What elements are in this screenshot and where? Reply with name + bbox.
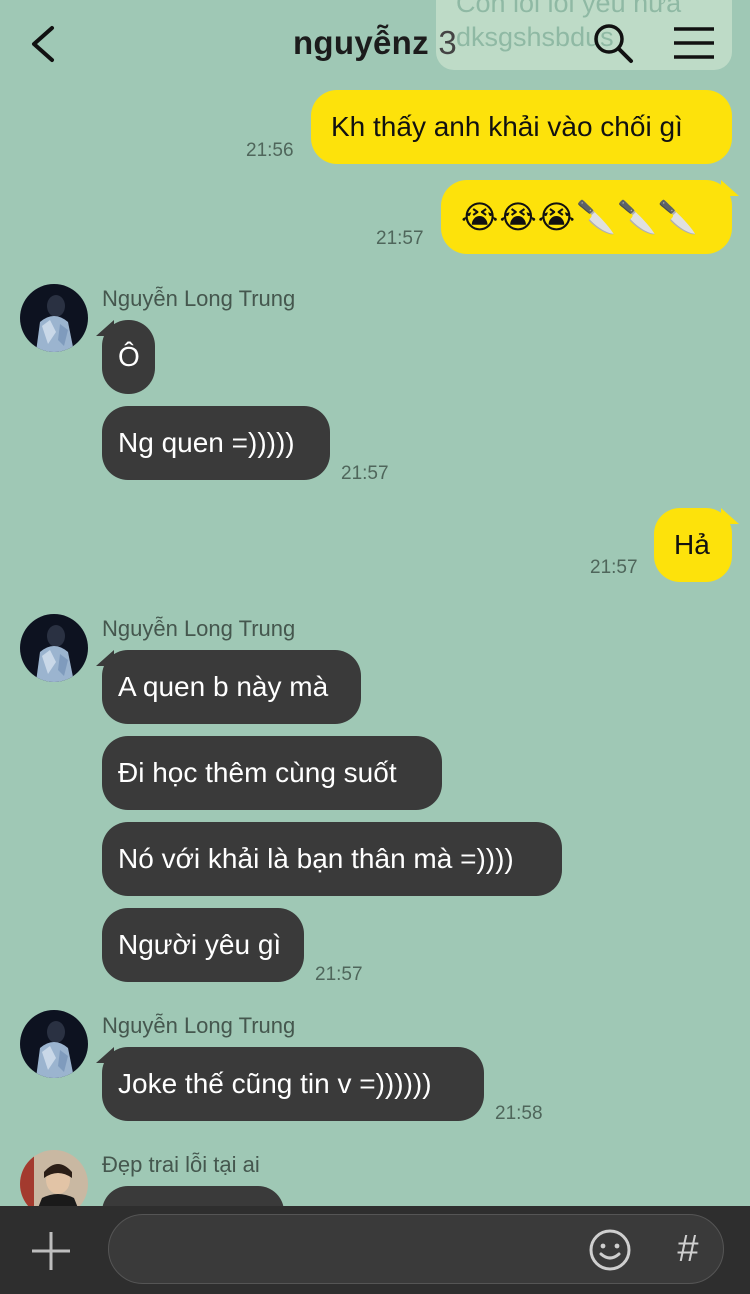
other-message-bubble[interactable]: Nó với khải là bạn thân mà =)))) [102, 822, 562, 896]
message-text: Người yêu gì [118, 929, 282, 960]
sender-name: Đẹp trai lỗi tại ai [102, 1152, 260, 1177]
message-time: 21:58 [495, 1103, 543, 1124]
other-message-bubble[interactable]: Người yêu gì [102, 908, 304, 982]
other-message-bubble[interactable]: Đi học thêm cùng suốt [102, 736, 442, 810]
sender-name: Nguyễn Long Trung [102, 286, 296, 311]
message-time: 21:57 [315, 964, 363, 985]
my-message-bubble[interactable]: 😭😭😭🔪🔪🔪 [441, 180, 732, 254]
chat-name: nguyễnz [292, 24, 429, 61]
chat-header: Còn lỗi lỗi yêu nữa dksgshsbdus nguyễnz … [0, 0, 750, 90]
avatar[interactable] [20, 1010, 88, 1078]
bubble-tail [721, 508, 739, 524]
message-time: 21:57 [590, 557, 638, 578]
avatar[interactable] [20, 614, 88, 682]
other-message-bubble[interactable]: Ô [102, 320, 155, 394]
hashtag-button[interactable]: # [668, 1224, 708, 1274]
my-message-bubble[interactable]: Kh thấy anh khải vào chối gì [311, 90, 732, 164]
message-text: Nó với khải là bạn thân mà =)))) [118, 843, 514, 874]
message-text: Ng quen =))))) [118, 427, 295, 458]
message-text: 😭😭😭🔪🔪🔪 [461, 199, 699, 235]
plus-icon[interactable] [30, 1230, 72, 1272]
other-message-bubble[interactable]: Ng quen =))))) [102, 406, 330, 480]
sender-name: Nguyễn Long Trung [102, 616, 296, 641]
other-message-bubble[interactable]: A quen b này mà [102, 650, 361, 724]
message-text: Ô [118, 341, 140, 372]
member-count: 3 [438, 24, 458, 61]
bubble-tail [721, 180, 739, 196]
message-text: A quen b này mà [118, 671, 329, 702]
other-message-bubble[interactable]: Joke thế cũng tin v =)))))) [102, 1047, 484, 1121]
message-text: Đi học thêm cùng suốt [118, 757, 397, 788]
message-text: Kh thấy anh khải vào chối gì [331, 111, 683, 142]
chat-title: nguyễnz 3 [0, 24, 750, 62]
message-time: 21:57 [376, 228, 424, 249]
pinned-line-1: Còn lỗi lỗi yêu nữa [456, 0, 682, 18]
emoji-icon[interactable] [588, 1228, 632, 1272]
avatar[interactable] [20, 284, 88, 352]
message-text: Joke thế cũng tin v =)))))) [118, 1068, 432, 1099]
search-icon[interactable] [590, 20, 636, 66]
message-text: Hả [674, 529, 710, 560]
menu-icon[interactable] [670, 20, 716, 66]
sender-name: Nguyễn Long Trung [102, 1013, 296, 1038]
message-time: 21:57 [341, 463, 389, 484]
composer-bar: # [0, 1206, 750, 1294]
message-time: 21:56 [246, 140, 294, 161]
